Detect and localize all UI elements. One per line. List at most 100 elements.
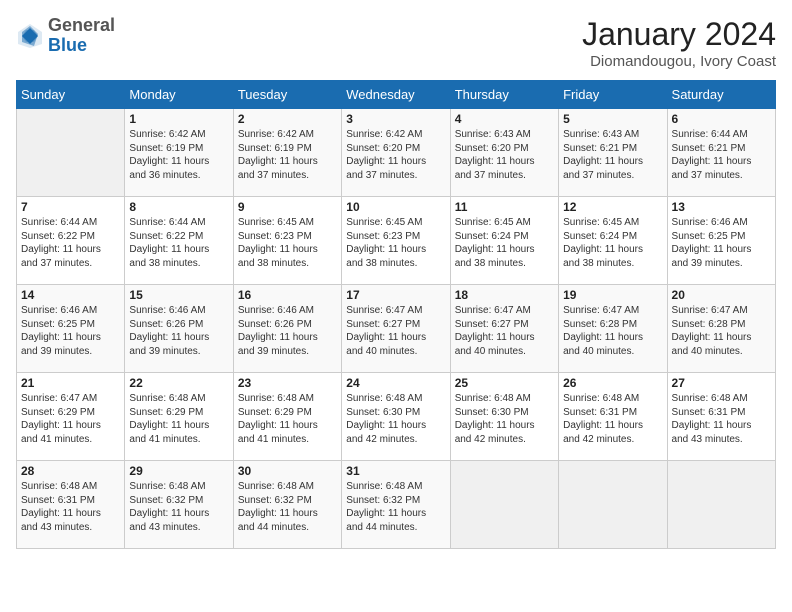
table-row: 6 Sunrise: 6:44 AM Sunset: 6:21 PM Daylig… <box>667 109 775 197</box>
col-tuesday: Tuesday <box>233 81 341 109</box>
calendar-header-row: Sunday Monday Tuesday Wednesday Thursday… <box>17 81 776 109</box>
location-subtitle: Diomandougou, Ivory Coast <box>582 53 776 70</box>
table-row: 13Sunrise: 6:46 AM Sunset: 6:25 PM Dayli… <box>667 197 775 285</box>
col-thursday: Thursday <box>450 81 558 109</box>
table-row: 29 Sunrise: 6:48 AM Sunset: 6:32 PM Dayli… <box>125 461 233 549</box>
day-info: Sunrise: 6:45 AM Sunset: 6:23 PM Dayligh… <box>346 216 445 270</box>
table-row: 16Sunrise: 6:46 AM Sunset: 6:26 PM Dayli… <box>233 285 341 373</box>
day-number: 9 <box>238 200 337 214</box>
day-info: Sunrise: 6:42 AM Sunset: 6:19 PM Dayligh… <box>238 128 337 182</box>
table-row: 15Sunrise: 6:46 AM Sunset: 6:26 PM Dayli… <box>125 285 233 373</box>
table-row: 20 Sunrise: 6:47 AM Sunset: 6:28 PM Dayli… <box>667 285 775 373</box>
table-row: 30Sunrise: 6:48 AM Sunset: 6:32 PM Dayli… <box>233 461 341 549</box>
day-number: 11 <box>455 200 554 214</box>
day-number: 19 <box>563 288 662 302</box>
day-info: Sunrise: 6:48 AM Sunset: 6:31 PM Dayligh… <box>672 392 771 446</box>
table-row: 17 Sunrise: 6:47 AM Sunset: 6:27 PM Dayli… <box>342 285 450 373</box>
day-number: 29 <box>129 464 228 478</box>
table-row: 26Sunrise: 6:48 AM Sunset: 6:31 PM Dayli… <box>559 373 667 461</box>
day-number: 10 <box>346 200 445 214</box>
calendar-week-3: 14 Sunrise: 6:46 AM Sunset: 6:25 PM Dayli… <box>17 285 776 373</box>
table-row: 18Sunrise: 6:47 AM Sunset: 6:27 PM Dayli… <box>450 285 558 373</box>
col-saturday: Saturday <box>667 81 775 109</box>
day-number: 20 <box>672 288 771 302</box>
day-number: 21 <box>21 376 120 390</box>
day-number: 6 <box>672 112 771 126</box>
day-info: Sunrise: 6:47 AM Sunset: 6:28 PM Dayligh… <box>563 304 662 358</box>
day-info: Sunrise: 6:46 AM Sunset: 6:26 PM Dayligh… <box>238 304 337 358</box>
day-info: Sunrise: 6:48 AM Sunset: 6:29 PM Dayligh… <box>238 392 337 446</box>
day-number: 14 <box>21 288 120 302</box>
day-number: 5 <box>563 112 662 126</box>
table-row: 11 Sunrise: 6:45 AM Sunset: 6:24 PM Dayli… <box>450 197 558 285</box>
table-row: 27 Sunrise: 6:48 AM Sunset: 6:31 PM Dayli… <box>667 373 775 461</box>
table-row: 12 Sunrise: 6:45 AM Sunset: 6:24 PM Dayli… <box>559 197 667 285</box>
table-row: 1Sunrise: 6:42 AM Sunset: 6:19 PM Daylig… <box>125 109 233 197</box>
day-number: 17 <box>346 288 445 302</box>
day-info: Sunrise: 6:48 AM Sunset: 6:31 PM Dayligh… <box>21 480 120 534</box>
day-info: Sunrise: 6:46 AM Sunset: 6:26 PM Dayligh… <box>129 304 228 358</box>
day-number: 4 <box>455 112 554 126</box>
day-info: Sunrise: 6:48 AM Sunset: 6:32 PM Dayligh… <box>129 480 228 534</box>
table-row: 31 Sunrise: 6:48 AM Sunset: 6:32 PM Dayli… <box>342 461 450 549</box>
day-info: Sunrise: 6:45 AM Sunset: 6:24 PM Dayligh… <box>455 216 554 270</box>
calendar-week-1: 1Sunrise: 6:42 AM Sunset: 6:19 PM Daylig… <box>17 109 776 197</box>
table-row: 22 Sunrise: 6:48 AM Sunset: 6:29 PM Dayli… <box>125 373 233 461</box>
day-number: 27 <box>672 376 771 390</box>
day-number: 18 <box>455 288 554 302</box>
day-number: 24 <box>346 376 445 390</box>
table-row: 23 Sunrise: 6:48 AM Sunset: 6:29 PM Dayli… <box>233 373 341 461</box>
title-block: January 2024 Diomandougou, Ivory Coast <box>582 16 776 70</box>
table-row: 19 Sunrise: 6:47 AM Sunset: 6:28 PM Dayli… <box>559 285 667 373</box>
day-info: Sunrise: 6:44 AM Sunset: 6:22 PM Dayligh… <box>129 216 228 270</box>
table-row <box>450 461 558 549</box>
table-row: 4 Sunrise: 6:43 AM Sunset: 6:20 PM Daylig… <box>450 109 558 197</box>
table-row: 9 Sunrise: 6:45 AM Sunset: 6:23 PM Daylig… <box>233 197 341 285</box>
day-info: Sunrise: 6:47 AM Sunset: 6:28 PM Dayligh… <box>672 304 771 358</box>
day-info: Sunrise: 6:48 AM Sunset: 6:32 PM Dayligh… <box>346 480 445 534</box>
calendar-week-5: 28Sunrise: 6:48 AM Sunset: 6:31 PM Dayli… <box>17 461 776 549</box>
col-sunday: Sunday <box>17 81 125 109</box>
table-row: 28Sunrise: 6:48 AM Sunset: 6:31 PM Dayli… <box>17 461 125 549</box>
day-number: 26 <box>563 376 662 390</box>
table-row: 7Sunrise: 6:44 AM Sunset: 6:22 PM Daylig… <box>17 197 125 285</box>
table-row: 10 Sunrise: 6:45 AM Sunset: 6:23 PM Dayli… <box>342 197 450 285</box>
table-row <box>667 461 775 549</box>
day-number: 7 <box>21 200 120 214</box>
day-info: Sunrise: 6:45 AM Sunset: 6:23 PM Dayligh… <box>238 216 337 270</box>
day-info: Sunrise: 6:43 AM Sunset: 6:21 PM Dayligh… <box>563 128 662 182</box>
day-info: Sunrise: 6:44 AM Sunset: 6:21 PM Dayligh… <box>672 128 771 182</box>
table-row: 2 Sunrise: 6:42 AM Sunset: 6:19 PM Daylig… <box>233 109 341 197</box>
day-info: Sunrise: 6:48 AM Sunset: 6:29 PM Dayligh… <box>129 392 228 446</box>
day-info: Sunrise: 6:47 AM Sunset: 6:27 PM Dayligh… <box>346 304 445 358</box>
day-info: Sunrise: 6:48 AM Sunset: 6:30 PM Dayligh… <box>346 392 445 446</box>
table-row: 5 Sunrise: 6:43 AM Sunset: 6:21 PM Daylig… <box>559 109 667 197</box>
logo-blue: Blue <box>48 35 87 55</box>
day-number: 31 <box>346 464 445 478</box>
day-number: 30 <box>238 464 337 478</box>
month-title: January 2024 <box>582 16 776 53</box>
day-info: Sunrise: 6:46 AM Sunset: 6:25 PM Dayligh… <box>672 216 771 270</box>
day-number: 12 <box>563 200 662 214</box>
table-row <box>17 109 125 197</box>
day-number: 2 <box>238 112 337 126</box>
day-info: Sunrise: 6:43 AM Sunset: 6:20 PM Dayligh… <box>455 128 554 182</box>
day-info: Sunrise: 6:45 AM Sunset: 6:24 PM Dayligh… <box>563 216 662 270</box>
day-info: Sunrise: 6:46 AM Sunset: 6:25 PM Dayligh… <box>21 304 120 358</box>
table-row <box>559 461 667 549</box>
calendar-table: Sunday Monday Tuesday Wednesday Thursday… <box>16 80 776 549</box>
logo-general: General <box>48 15 115 35</box>
calendar-week-4: 21Sunrise: 6:47 AM Sunset: 6:29 PM Dayli… <box>17 373 776 461</box>
col-wednesday: Wednesday <box>342 81 450 109</box>
day-number: 25 <box>455 376 554 390</box>
col-monday: Monday <box>125 81 233 109</box>
table-row: 14 Sunrise: 6:46 AM Sunset: 6:25 PM Dayli… <box>17 285 125 373</box>
day-number: 8 <box>129 200 228 214</box>
logo-text: General Blue <box>48 16 115 56</box>
table-row: 24 Sunrise: 6:48 AM Sunset: 6:30 PM Dayli… <box>342 373 450 461</box>
day-number: 22 <box>129 376 228 390</box>
table-row: 3Sunrise: 6:42 AM Sunset: 6:20 PM Daylig… <box>342 109 450 197</box>
day-number: 3 <box>346 112 445 126</box>
day-number: 23 <box>238 376 337 390</box>
page-header: General Blue January 2024 Diomandougou, … <box>16 16 776 70</box>
